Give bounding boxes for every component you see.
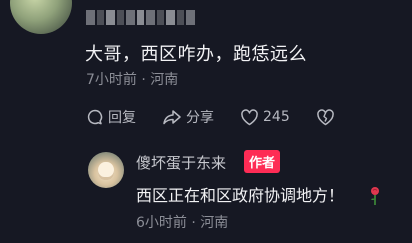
share-icon — [162, 108, 182, 126]
reply-thread: 傻坏蛋于东来 作者 西区正在和区政府协调地方！ 6小时前 · 河南 — [88, 148, 398, 238]
comment-actions: 回复 分享 245 — [86, 107, 361, 127]
reply-meta: 6小时前 · 河南 — [136, 212, 228, 232]
reply-avatar[interactable] — [88, 152, 124, 188]
author-badge: 作者 — [244, 150, 281, 173]
reply-location: 河南 — [200, 215, 229, 231]
share-button[interactable]: 分享 — [162, 107, 214, 127]
meta-separator: · — [191, 215, 196, 231]
comment-text: 大哥，西区咋办，跑恁远么 — [85, 44, 307, 65]
comment-location: 河南 — [150, 72, 179, 88]
like-button[interactable]: 245 — [240, 108, 290, 126]
reply-label: 回复 — [108, 110, 136, 126]
rose-icon — [368, 186, 382, 210]
dislike-button[interactable] — [316, 108, 335, 126]
reply-username[interactable]: 傻坏蛋于东来 — [136, 152, 226, 173]
reply-icon — [86, 108, 104, 126]
share-label: 分享 — [186, 110, 214, 126]
like-count: 245 — [263, 109, 290, 125]
heart-icon — [240, 108, 259, 126]
reply-text: 西区正在和区政府协调地方！ — [136, 186, 345, 205]
comment-time: 7小时前 — [86, 72, 137, 88]
meta-separator: · — [141, 72, 146, 88]
commenter-avatar[interactable] — [10, 0, 72, 34]
reply-button[interactable]: 回复 — [86, 107, 136, 127]
broken-heart-icon — [316, 108, 335, 126]
comment-meta: 7小时前 · 河南 — [86, 69, 178, 89]
reply-time: 6小时前 — [136, 215, 187, 231]
commenter-username-blurred[interactable] — [86, 10, 195, 25]
